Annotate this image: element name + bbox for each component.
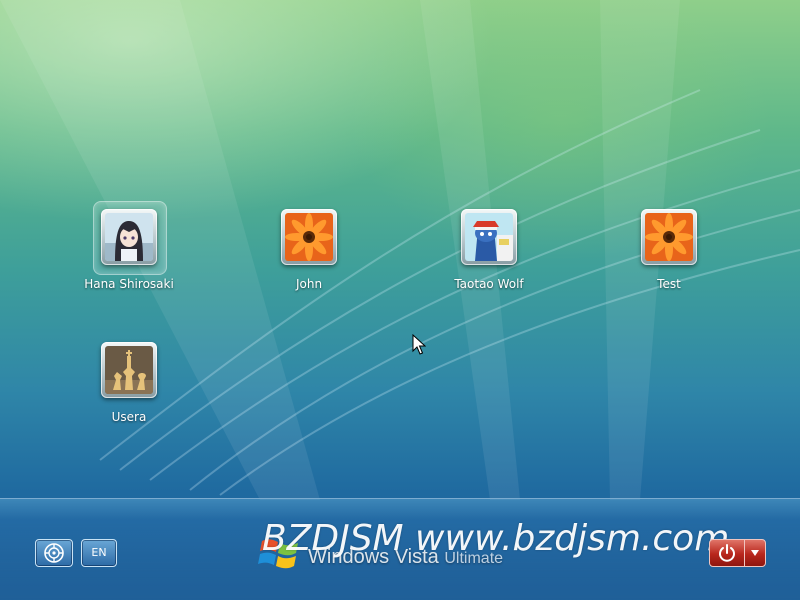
orange-flower-picture xyxy=(285,213,333,261)
ease-of-access-button[interactable] xyxy=(35,539,73,567)
shutdown-options-button[interactable] xyxy=(744,539,766,567)
user-name: Hana Shirosaki xyxy=(84,277,174,291)
orange-flower-picture xyxy=(645,213,693,261)
ease-of-access-icon xyxy=(44,543,64,563)
user-picture-frame xyxy=(641,209,697,265)
user-tile-taotao-wolf[interactable]: Taotao Wolf xyxy=(419,201,559,311)
arrow-down-icon xyxy=(751,550,759,556)
user-name: Usera xyxy=(111,410,147,424)
user-tile-john[interactable]: John xyxy=(239,201,379,311)
chess-pieces-picture xyxy=(105,346,153,394)
user-name: Test xyxy=(657,277,681,291)
user-tile-usera[interactable]: Usera xyxy=(59,334,199,444)
mouse-pointer-icon xyxy=(412,334,426,355)
shutdown-button[interactable] xyxy=(709,539,745,567)
logon-screen: Hana Shirosaki John Taotao Wolf Test Use… xyxy=(0,0,800,600)
user-picture-frame xyxy=(281,209,337,265)
user-tile-hana-shirosaki[interactable]: Hana Shirosaki xyxy=(59,201,199,311)
watermark-text: BZDJSM www.bzdjsm.com xyxy=(262,518,730,559)
anime-girl-picture xyxy=(105,213,153,261)
user-name: John xyxy=(295,277,323,291)
cartoon-character-picture xyxy=(465,213,513,261)
user-name: Taotao Wolf xyxy=(454,277,524,291)
user-picture-frame xyxy=(101,209,157,265)
user-tile-test[interactable]: Test xyxy=(599,201,739,311)
user-picture-frame xyxy=(461,209,517,265)
language-button[interactable]: EN xyxy=(81,539,117,567)
user-picture-frame xyxy=(101,342,157,398)
power-icon xyxy=(719,544,735,562)
